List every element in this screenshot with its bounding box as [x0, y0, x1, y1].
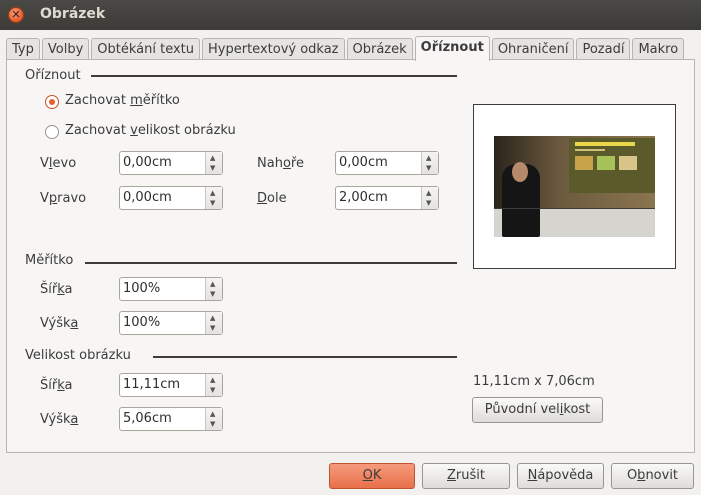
bottom-label: Dole	[257, 191, 287, 206]
image-height-value[interactable]: 5,06cm	[123, 411, 172, 426]
help-button[interactable]: Nápověda	[517, 463, 604, 489]
window-title: Obrázek	[40, 6, 106, 22]
right-crop-spinner[interactable]: 0,00cm ▲ ▼	[119, 186, 223, 210]
close-icon[interactable]: ✕	[8, 7, 24, 23]
spinner-arrows[interactable]: ▲ ▼	[205, 187, 222, 209]
right-label: Vpravo	[40, 191, 87, 206]
tab-obtekani-textu[interactable]: Obtékání textu	[91, 38, 201, 60]
left-crop-spinner[interactable]: 0,00cm ▲ ▼	[119, 151, 223, 175]
section-divider	[85, 262, 457, 264]
spin-up-icon[interactable]: ▲	[426, 154, 431, 162]
top-crop-value[interactable]: 0,00cm	[339, 155, 388, 170]
spinner-arrows[interactable]: ▲ ▼	[205, 278, 222, 300]
image-preview	[473, 104, 676, 269]
spinner-arrows[interactable]: ▲ ▼	[205, 374, 222, 396]
spin-up-icon[interactable]: ▲	[210, 189, 215, 197]
tab-oriznout[interactable]: Oříznout	[414, 36, 490, 61]
keep-size-radio[interactable]	[45, 125, 59, 139]
spin-down-icon[interactable]: ▼	[210, 386, 215, 394]
spin-up-icon[interactable]: ▲	[210, 280, 215, 288]
tab-makro[interactable]: Makro	[632, 38, 685, 60]
spin-down-icon[interactable]: ▼	[210, 164, 215, 172]
scale-height-value[interactable]: 100%	[123, 315, 160, 330]
top-label: Nahoře	[257, 156, 304, 171]
keep-scale-radio[interactable]	[45, 95, 59, 109]
bottom-crop-spinner[interactable]: 2,00cm ▲ ▼	[335, 186, 439, 210]
keep-scale-label[interactable]: Zachovat měřítko	[65, 93, 180, 108]
scale-width-label: Šířka	[40, 282, 73, 297]
image-height-label: Výška	[40, 412, 79, 427]
scale-width-spinner[interactable]: 100% ▲ ▼	[119, 277, 223, 301]
original-size-text: 11,11cm x 7,06cm	[473, 374, 595, 389]
spin-down-icon[interactable]: ▼	[210, 199, 215, 207]
tab-ohraniceni[interactable]: Ohraničení	[491, 38, 575, 60]
spinner-arrows[interactable]: ▲ ▼	[205, 152, 222, 174]
spinner-arrows[interactable]: ▲ ▼	[421, 152, 438, 174]
crop-panel: Oříznout Zachovat měřítko Zachovat velik…	[6, 59, 695, 453]
reset-button[interactable]: Obnovit	[611, 463, 694, 489]
image-height-spinner[interactable]: 5,06cm ▲ ▼	[119, 407, 223, 431]
scale-width-value[interactable]: 100%	[123, 281, 160, 296]
original-size-button[interactable]: Původní velikost	[472, 397, 603, 423]
spin-up-icon[interactable]: ▲	[210, 314, 215, 322]
cancel-button[interactable]: Zrušit	[422, 463, 510, 489]
spin-up-icon[interactable]: ▲	[210, 376, 215, 384]
spin-up-icon[interactable]: ▲	[426, 189, 431, 197]
spin-down-icon[interactable]: ▼	[426, 164, 431, 172]
tab-bar: Typ Volby Obtékání textu Hypertextový od…	[6, 36, 686, 61]
bottom-crop-value[interactable]: 2,00cm	[339, 190, 388, 205]
scale-section-title: Měřítko	[25, 253, 74, 268]
scale-height-label: Výška	[40, 316, 79, 331]
image-width-label: Šířka	[40, 378, 73, 393]
crop-section-title: Oříznout	[25, 68, 81, 83]
left-label: Vlevo	[40, 156, 77, 171]
top-crop-spinner[interactable]: 0,00cm ▲ ▼	[335, 151, 439, 175]
spin-up-icon[interactable]: ▲	[210, 410, 215, 418]
spin-down-icon[interactable]: ▼	[426, 199, 431, 207]
section-divider	[91, 75, 457, 77]
scale-height-spinner[interactable]: 100% ▲ ▼	[119, 311, 223, 335]
spin-up-icon[interactable]: ▲	[210, 154, 215, 162]
image-width-value[interactable]: 11,11cm	[123, 377, 180, 392]
keep-size-label[interactable]: Zachovat velikost obrázku	[65, 123, 236, 138]
image-width-spinner[interactable]: 11,11cm ▲ ▼	[119, 373, 223, 397]
image-size-section-title: Velikost obrázku	[25, 348, 131, 363]
spin-down-icon[interactable]: ▼	[210, 324, 215, 332]
section-divider	[153, 356, 457, 358]
tab-obrazek[interactable]: Obrázek	[346, 38, 413, 60]
ok-button[interactable]: OK	[329, 463, 415, 489]
spin-down-icon[interactable]: ▼	[210, 420, 215, 428]
tab-typ[interactable]: Typ	[6, 38, 40, 60]
spin-down-icon[interactable]: ▼	[210, 290, 215, 298]
right-crop-value[interactable]: 0,00cm	[123, 190, 172, 205]
preview-photo	[494, 136, 655, 237]
spinner-arrows[interactable]: ▲ ▼	[205, 408, 222, 430]
spinner-arrows[interactable]: ▲ ▼	[205, 312, 222, 334]
tab-volby[interactable]: Volby	[41, 38, 90, 60]
title-bar: ✕ Obrázek	[0, 0, 701, 30]
crop-boundary-line	[494, 208, 655, 209]
left-crop-value[interactable]: 0,00cm	[123, 155, 172, 170]
tab-hypertextovy-odkaz[interactable]: Hypertextový odkaz	[202, 38, 345, 60]
tab-pozadi[interactable]: Pozadí	[576, 38, 631, 60]
spinner-arrows[interactable]: ▲ ▼	[421, 187, 438, 209]
dialog-body: Typ Volby Obtékání textu Hypertextový od…	[0, 30, 701, 495]
